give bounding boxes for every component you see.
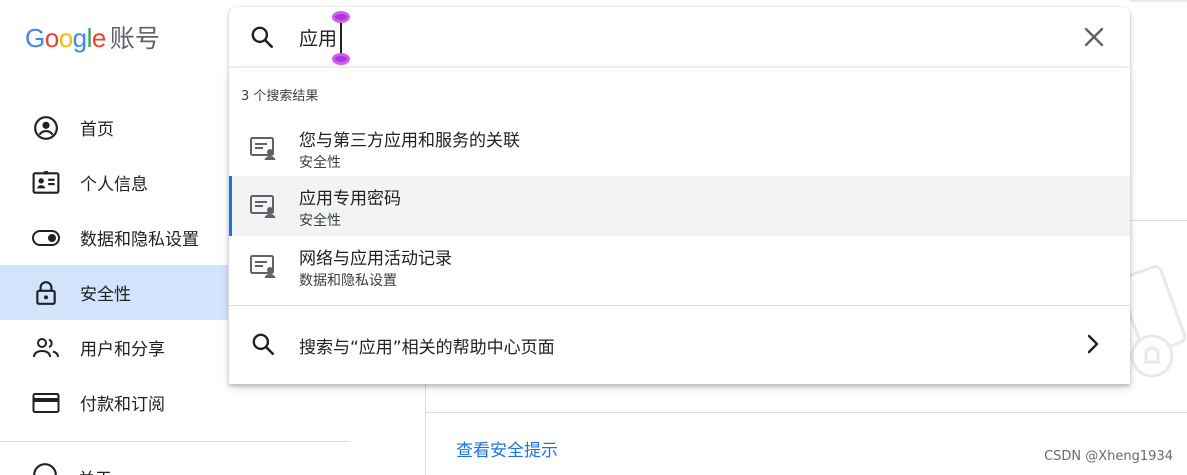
- search-result-item-selected[interactable]: 应用专用密码 安全性: [229, 176, 1130, 236]
- result-count: 3 个搜索结果: [241, 89, 319, 104]
- account-circle-icon: [32, 114, 60, 142]
- close-icon: [1084, 27, 1104, 47]
- settings-account-icon: [249, 192, 277, 220]
- result-title: 网络与应用活动记录: [299, 249, 452, 269]
- info-icon: [32, 462, 58, 475]
- search-input[interactable]: [299, 21, 1059, 53]
- google-account-logo[interactable]: Google 账号: [25, 20, 160, 56]
- settings-account-icon: [249, 252, 277, 280]
- sidebar-item-label: 首页: [80, 120, 114, 140]
- help-center-search-label: 搜索与“应用”相关的帮助中心页面: [299, 338, 555, 358]
- sidebar-item-label: 付款和订阅: [80, 395, 165, 415]
- people-icon: [32, 334, 60, 362]
- settings-account-icon: [249, 134, 277, 162]
- content-divider: [425, 412, 1187, 413]
- search-result-item[interactable]: 网络与应用活动记录 数据和隐私设置: [229, 236, 1130, 296]
- selection-handle-bottom[interactable]: [332, 52, 350, 66]
- top-edge-line: [1130, 0, 1187, 2]
- toggle-icon: [32, 224, 60, 252]
- search-results-dropdown: 3 个搜索结果 您与第三方应用和服务的关联 安全性 应用专用密码 安全性 网络与…: [229, 67, 1130, 384]
- security-tips-link[interactable]: 查看安全提示: [456, 436, 558, 461]
- search-icon: [249, 24, 275, 50]
- result-subtitle: 安全性: [299, 155, 341, 171]
- sidebar-item-about[interactable]: 关于: [32, 462, 112, 475]
- result-title: 应用专用密码: [299, 189, 401, 209]
- lock-icon: [32, 279, 60, 307]
- result-title: 您与第三方应用和服务的关联: [299, 131, 520, 151]
- chevron-right-icon: [1082, 332, 1104, 356]
- result-subtitle: 数据和隐私设置: [299, 273, 397, 289]
- sidebar-item-label: 安全性: [80, 285, 131, 305]
- selection-handle-top[interactable]: [332, 10, 350, 24]
- logo-suffix: 账号: [109, 23, 160, 53]
- sidebar-item-label: 个人信息: [80, 175, 148, 195]
- contact-card-icon: [32, 169, 60, 197]
- dropdown-divider: [229, 305, 1130, 306]
- search-icon: [250, 331, 276, 357]
- credit-card-icon: [32, 389, 60, 417]
- google-wordmark: Google: [25, 23, 106, 53]
- security-illustration-icon: [1117, 260, 1187, 380]
- watermark: CSDN @Xheng1934: [1044, 449, 1173, 464]
- search-result-item[interactable]: 您与第三方应用和服务的关联 安全性: [229, 118, 1130, 178]
- sidebar-item-label: 用户和分享: [80, 340, 165, 360]
- sidebar-item-label: 数据和隐私设置: [80, 230, 199, 250]
- result-subtitle: 安全性: [299, 213, 341, 229]
- help-center-search-row[interactable]: 搜索与“应用”相关的帮助中心页面: [229, 314, 1130, 374]
- sidebar-divider: [0, 441, 350, 442]
- clear-search-button[interactable]: [1080, 23, 1108, 51]
- sidebar-item-security[interactable]: 安全性: [0, 265, 228, 320]
- sidebar-item-label: 关于: [78, 465, 112, 475]
- search-bar: [229, 7, 1130, 67]
